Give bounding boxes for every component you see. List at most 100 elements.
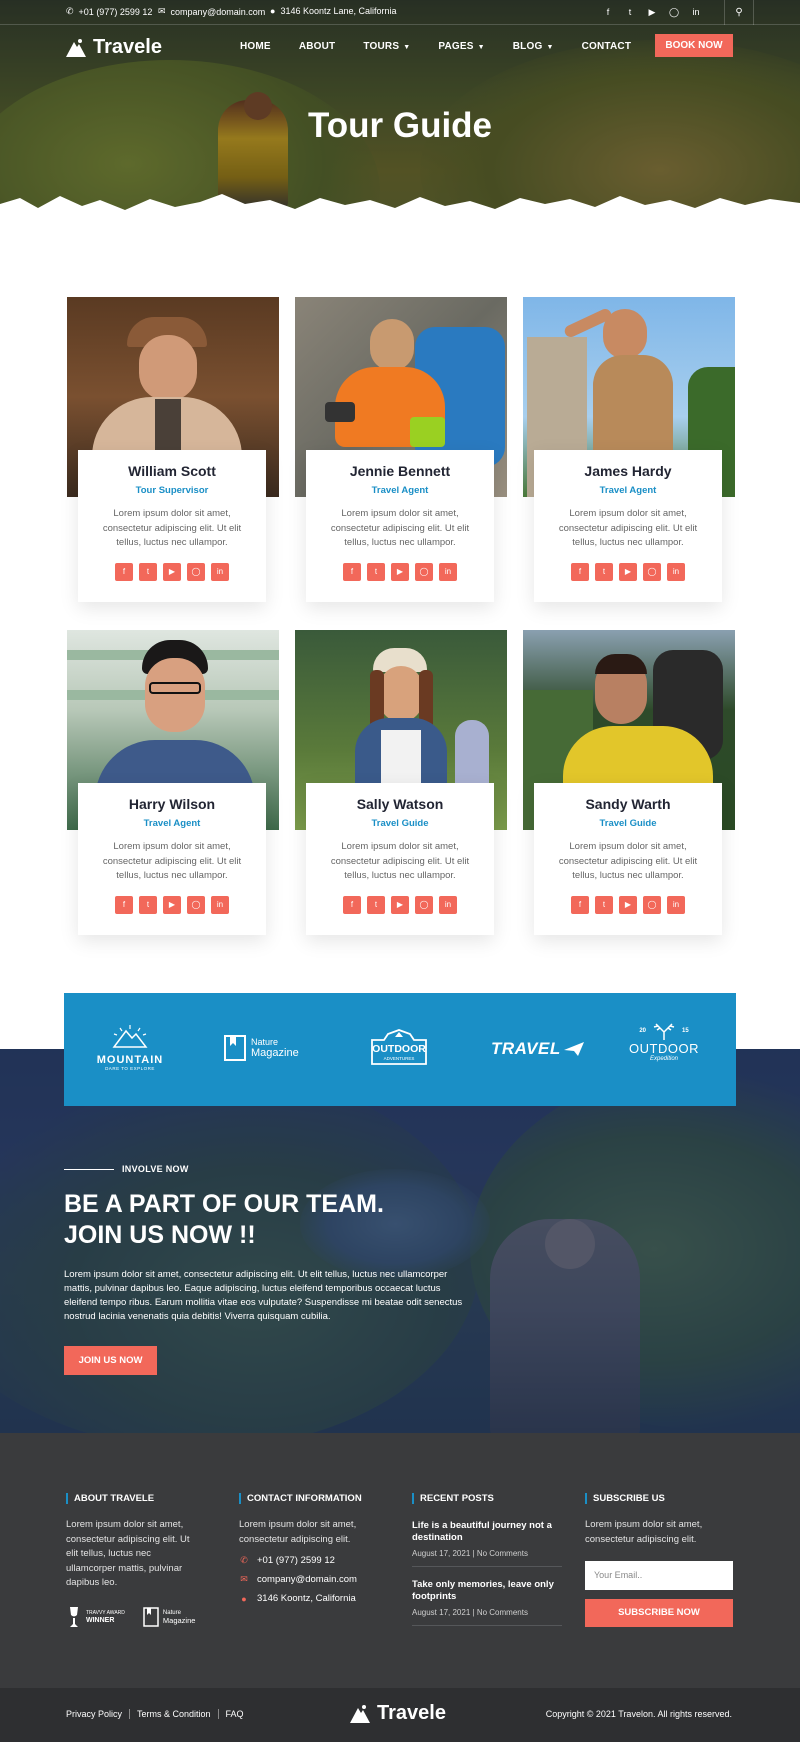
twitter-icon[interactable]: t — [139, 563, 157, 581]
team-card: William Scott Tour Supervisor Lorem ipsu… — [67, 297, 279, 602]
facebook-icon[interactable]: f — [343, 563, 361, 581]
brand-mountain[interactable]: MOUNTAIN DARE TO EXPLORE — [92, 1023, 168, 1071]
youtube-icon[interactable]: ▶ — [391, 896, 409, 914]
instagram-icon[interactable]: ◯ — [667, 5, 681, 19]
footer-recent-heading: RECENT POSTS — [412, 1493, 567, 1504]
subscribe-button[interactable]: SUBSCRIBE NOW — [585, 1599, 733, 1627]
book-now-button[interactable]: BOOK NOW — [655, 34, 733, 57]
caret-down-icon: ▼ — [546, 44, 554, 51]
nav-about[interactable]: ABOUT — [299, 41, 336, 52]
footer-legal-links: Privacy Policy Terms & Condition FAQ — [66, 1709, 244, 1719]
search-button[interactable]: ⚲ — [724, 0, 754, 25]
site-logo[interactable]: Travele — [65, 36, 162, 59]
brand-travel[interactable]: TRAVEL — [491, 1039, 585, 1059]
team-card: Sally Watson Travel Guide Lorem ipsum do… — [295, 630, 507, 935]
nav-blog[interactable]: BLOG ▼ — [513, 41, 554, 52]
nav-pages[interactable]: PAGES ▼ — [438, 41, 484, 52]
linkedin-icon[interactable]: in — [211, 896, 229, 914]
member-name: James Hardy — [584, 463, 672, 479]
topbar-phone[interactable]: ✆ +01 (977) 2599 12 — [66, 6, 152, 17]
involve-divider-line — [64, 1169, 114, 1170]
footer-subscribe-heading: SUBSCRIBE US — [585, 1493, 735, 1504]
topbar-email[interactable]: ✉ company@domain.com — [158, 6, 265, 17]
recent-post-title[interactable]: Life is a beautiful journey not a destin… — [412, 1520, 562, 1544]
twitter-icon[interactable]: t — [139, 896, 157, 914]
youtube-icon[interactable]: ▶ — [619, 563, 637, 581]
brand-outdoor-adventures[interactable]: OUTDOOR ADVENTURES — [368, 1026, 430, 1070]
team-card: Sandy Warth Travel Guide Lorem ipsum dol… — [523, 630, 735, 935]
facebook-icon[interactable]: f — [601, 5, 615, 19]
member-name: Sally Watson — [356, 796, 444, 812]
twitter-icon[interactable]: t — [367, 896, 385, 914]
facebook-icon[interactable]: f — [571, 896, 589, 914]
brand-year-left: 20 — [639, 1028, 646, 1034]
nav-home[interactable]: HOME — [240, 41, 271, 52]
magazine-icon — [143, 1606, 159, 1627]
travvy-award-badge: TRAVVY AWARD WINNER — [66, 1605, 125, 1629]
twitter-icon[interactable]: t — [595, 896, 613, 914]
member-description: Lorem ipsum dolor sit amet, consectetur … — [102, 508, 242, 548]
instagram-icon[interactable]: ◯ — [187, 896, 205, 914]
facebook-icon[interactable]: f — [571, 563, 589, 581]
member-role: Travel Guide — [371, 818, 429, 829]
brand-nature-magazine[interactable]: Nature Magazine — [224, 1035, 299, 1061]
linkedin-icon[interactable]: in — [439, 896, 457, 914]
member-description: Lorem ipsum dolor sit amet, consectetur … — [558, 841, 698, 881]
search-icon: ⚲ — [735, 7, 743, 18]
member-description: Lorem ipsum dolor sit amet, consectetur … — [330, 841, 470, 881]
member-name: Sandy Warth — [585, 796, 671, 812]
brand-outdoor-expedition[interactable]: 20 15 OUTDOOR Expedition — [628, 1021, 700, 1062]
footer-phone-text: +01 (977) 2599 12 — [257, 1555, 335, 1566]
recent-post-title[interactable]: Take only memories, leave only footprint… — [412, 1579, 562, 1603]
team-card: James Hardy Travel Agent Lorem ipsum dol… — [523, 297, 735, 602]
footer-about: ABOUT TRAVELE Lorem ipsum dolor sit amet… — [66, 1493, 201, 1629]
youtube-icon[interactable]: ▶ — [163, 563, 181, 581]
facebook-icon[interactable]: f — [343, 896, 361, 914]
youtube-icon[interactable]: ▶ — [619, 896, 637, 914]
youtube-icon[interactable]: ▶ — [645, 5, 659, 19]
footer-address: ● 3146 Koontz, California — [239, 1593, 379, 1604]
nav-tours-label: TOURS — [363, 41, 400, 52]
linkedin-icon[interactable]: in — [689, 5, 703, 19]
faq-link[interactable]: FAQ — [226, 1709, 244, 1719]
nav-tours[interactable]: TOURS ▼ — [363, 41, 410, 52]
instagram-icon[interactable]: ◯ — [415, 563, 433, 581]
footer-logo[interactable]: Travele — [349, 1702, 446, 1725]
youtube-icon[interactable]: ▶ — [163, 896, 181, 914]
recent-post[interactable]: Take only memories, leave only footprint… — [412, 1579, 562, 1626]
member-social-links: f t ▶ ◯ in — [306, 563, 494, 581]
footer-email[interactable]: ✉ company@domain.com — [239, 1574, 379, 1585]
recent-post-comments[interactable]: No Comments — [477, 1608, 528, 1617]
linkedin-icon[interactable]: in — [439, 563, 457, 581]
recent-post[interactable]: Life is a beautiful journey not a destin… — [412, 1520, 562, 1567]
logo-mountain-icon — [65, 38, 87, 58]
instagram-icon[interactable]: ◯ — [187, 563, 205, 581]
instagram-icon[interactable]: ◯ — [643, 563, 661, 581]
terms-link[interactable]: Terms & Condition — [137, 1709, 211, 1719]
facebook-icon[interactable]: f — [115, 563, 133, 581]
recent-post-comments[interactable]: No Comments — [477, 1549, 528, 1558]
join-us-button[interactable]: JOIN US NOW — [64, 1346, 157, 1375]
recent-post-meta: August 17, 2021 | No Comments — [412, 1549, 562, 1558]
instagram-icon[interactable]: ◯ — [643, 896, 661, 914]
magazine-icon — [224, 1035, 246, 1061]
team-card-info: William Scott Tour Supervisor Lorem ipsu… — [78, 450, 266, 602]
team-card-info: Sally Watson Travel Guide Lorem ipsum do… — [306, 783, 494, 935]
award-line2: Magazine — [162, 1615, 196, 1625]
subscribe-email-input[interactable]: Your Email.. — [585, 1561, 733, 1590]
nav-contact[interactable]: CONTACT — [582, 41, 632, 52]
twitter-icon[interactable]: t — [623, 5, 637, 19]
privacy-policy-link[interactable]: Privacy Policy — [66, 1709, 122, 1719]
linkedin-icon[interactable]: in — [667, 896, 685, 914]
youtube-icon[interactable]: ▶ — [391, 563, 409, 581]
member-role: Travel Agent — [143, 818, 201, 829]
facebook-icon[interactable]: f — [115, 896, 133, 914]
linkedin-icon[interactable]: in — [211, 563, 229, 581]
twitter-icon[interactable]: t — [595, 563, 613, 581]
linkedin-icon[interactable]: in — [667, 563, 685, 581]
footer-phone[interactable]: ✆ +01 (977) 2599 12 — [239, 1555, 379, 1566]
recent-post-date: August 17, 2021 — [412, 1549, 471, 1558]
top-bar: ✆ +01 (977) 2599 12 ✉ company@domain.com… — [0, 0, 800, 25]
instagram-icon[interactable]: ◯ — [415, 896, 433, 914]
twitter-icon[interactable]: t — [367, 563, 385, 581]
